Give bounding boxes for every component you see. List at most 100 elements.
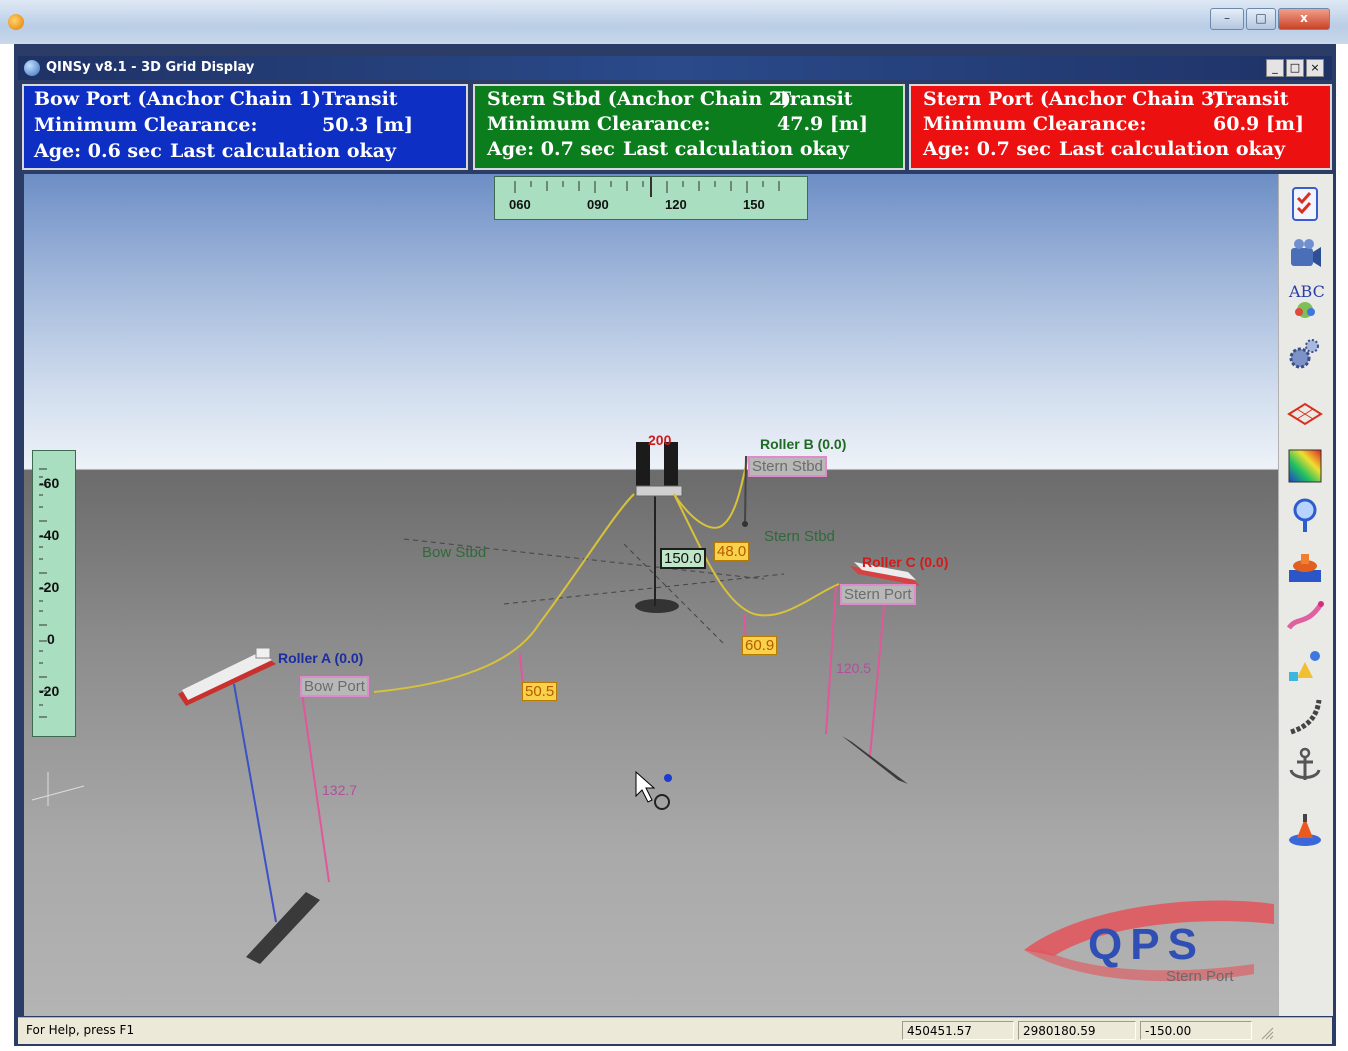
roller-b-anchor-point: [742, 521, 748, 527]
status-height: -150.00: [1140, 1021, 1252, 1040]
status-easting: 450451.57: [902, 1021, 1014, 1040]
roller-a-drop-line: [299, 678, 330, 883]
qps-logo-caption: Stern Port: [1166, 968, 1234, 985]
clearance-box-60-9: 60.9: [742, 636, 778, 655]
stern-stbd-tag: Stern Stbd: [748, 456, 827, 477]
bow-port-tag: Bow Port: [300, 676, 369, 697]
globe-icon: [24, 60, 40, 76]
depth-label-1: -60: [39, 475, 60, 491]
roller-c-drop-line: [825, 585, 837, 735]
panel-1-status: Last calculation okay: [170, 140, 397, 162]
depth-132-7-label: 132.7: [322, 782, 358, 798]
panel-3-clearance-label: Minimum Clearance:: [923, 113, 1147, 135]
host-app-icon: [8, 14, 24, 30]
anchor-chain-1: [373, 493, 635, 693]
anchor-chain-1-panel: Bow Port (Anchor Chain 1) Transit Minimu…: [22, 84, 468, 170]
anchor-chain-3-panel: Stern Port (Anchor Chain 3) Transit Mini…: [909, 84, 1332, 170]
compass-label-060: 060: [509, 197, 531, 212]
shapes-icon[interactable]: [1285, 646, 1325, 686]
rig-leg: [664, 442, 678, 488]
clearance-box-50-5: 50.5: [522, 682, 558, 701]
anchor-icon[interactable]: [1285, 746, 1325, 786]
panel-3-clearance-value: 60.9 [m]: [1213, 113, 1304, 135]
panel-3-status: Last calculation okay: [1059, 138, 1286, 160]
vessel-c-shadow: [842, 736, 908, 784]
axis-gizmo: [31, 785, 85, 801]
panel-1-age: Age: 0.6 sec: [34, 140, 162, 162]
busy-cursor-icon: [654, 794, 670, 810]
rig-shadow: [635, 599, 679, 613]
compass-label-120: 120: [665, 197, 687, 212]
panel-2-status: Last calculation okay: [623, 138, 850, 160]
vessel-a-deck: [182, 652, 272, 700]
panel-2-clearance-value: 47.9 [m]: [777, 113, 868, 135]
window-title: QINSy v8.1 - 3D Grid Display: [46, 60, 255, 75]
vessel-icon[interactable]: [1285, 546, 1325, 586]
depth-scale: -60 -40 -20 0 -20: [32, 450, 76, 737]
cursor-marker-icon: [664, 774, 672, 782]
panel-1-clearance-value: 50.3 [m]: [322, 114, 413, 136]
vessel-a-shadow: [246, 892, 320, 964]
anchor-chain-2-panel: Stern Stbd (Anchor Chain 2) Transit Mini…: [473, 84, 905, 170]
roller-c-label: Roller C (0.0): [862, 554, 949, 570]
roller-c-drop-line-2: [869, 585, 887, 757]
panel-2-clearance-label: Minimum Clearance:: [487, 113, 711, 135]
roller-b-drop-line: [744, 455, 747, 525]
checklist-icon[interactable]: [1285, 184, 1325, 224]
panel-1-title: Bow Port (Anchor Chain 1): [34, 88, 321, 110]
route-line-icon[interactable]: [1285, 596, 1325, 636]
compass-label-150: 150: [743, 197, 765, 212]
rig-leg: [636, 442, 650, 488]
panel-2-age: Age: 0.7 sec: [487, 138, 615, 160]
vessel-a-bridge: [255, 647, 271, 659]
panel-3-title: Stern Port (Anchor Chain 3): [923, 88, 1224, 110]
magnifier-icon[interactable]: [1285, 494, 1325, 534]
grid-layers-icon[interactable]: [1285, 394, 1325, 434]
settings-gears-icon[interactable]: [1285, 334, 1325, 374]
3d-viewport[interactable]: Roller A (0.0) Roller B (0.0) Roller C (…: [24, 174, 1278, 1016]
mouse-cursor-icon: [635, 770, 656, 803]
resize-grip-icon[interactable]: [1258, 1024, 1274, 1040]
stern-port-tag: Stern Port: [840, 584, 916, 605]
panel-2-title: Stern Stbd (Anchor Chain 2): [487, 88, 792, 110]
status-help-text: For Help, press F1: [26, 1023, 135, 1037]
roller-b-label: Roller B (0.0): [760, 436, 847, 452]
status-northing: 2980180.59: [1018, 1021, 1136, 1040]
panel-1-mode: Transit: [322, 88, 398, 110]
roller-a-label: Roller A (0.0): [278, 650, 364, 666]
panel-3-mode: Transit: [1213, 88, 1289, 110]
labels-abc-icon[interactable]: ABC: [1285, 282, 1325, 322]
vessel-a-drop-line: [233, 683, 277, 923]
host-window-titlebar: [0, 0, 1348, 44]
depth-label-3: -20: [39, 579, 60, 595]
bow-stbd-label: Bow Stbd: [422, 544, 487, 561]
heading-compass: 060 090 120 150: [494, 176, 808, 220]
depth-label-5: -20: [39, 683, 60, 699]
camera-icon[interactable]: [1285, 236, 1325, 276]
panel-2-mode: Transit: [777, 88, 853, 110]
depth-120-5-label: 120.5: [836, 660, 872, 676]
scene-graphics: [31, 442, 1274, 982]
buoy-icon[interactable]: [1285, 810, 1325, 850]
app-minimize-button[interactable]: _: [1266, 59, 1284, 77]
compass-label-090: 090: [587, 197, 609, 212]
chain-icon[interactable]: [1285, 696, 1325, 736]
seabed-axis-line: [503, 573, 785, 605]
clearance-box-48: 48.0: [714, 542, 750, 561]
host-close-button[interactable]: x: [1278, 8, 1330, 30]
app-restore-button[interactable]: □: [1286, 59, 1304, 77]
rig-top-label: 200: [648, 432, 672, 448]
right-toolbar: ABC: [1278, 174, 1333, 1016]
panel-3-age: Age: 0.7 sec: [923, 138, 1051, 160]
compass-ticks: [514, 177, 780, 197]
panel-1-clearance-label: Minimum Clearance:: [34, 114, 258, 136]
qps-logo: QPS: [1088, 920, 1205, 969]
host-maximize-button[interactable]: □: [1246, 8, 1276, 30]
app-close-button[interactable]: ×: [1306, 59, 1324, 77]
color-palette-icon[interactable]: [1285, 446, 1325, 486]
clearance-box-150: 150.0: [660, 548, 706, 569]
stern-stbd-label: Stern Stbd: [764, 528, 835, 545]
host-minimize-button[interactable]: –: [1210, 8, 1244, 30]
depth-label-2: -40: [39, 527, 60, 543]
depth-label-4: 0: [47, 631, 55, 647]
